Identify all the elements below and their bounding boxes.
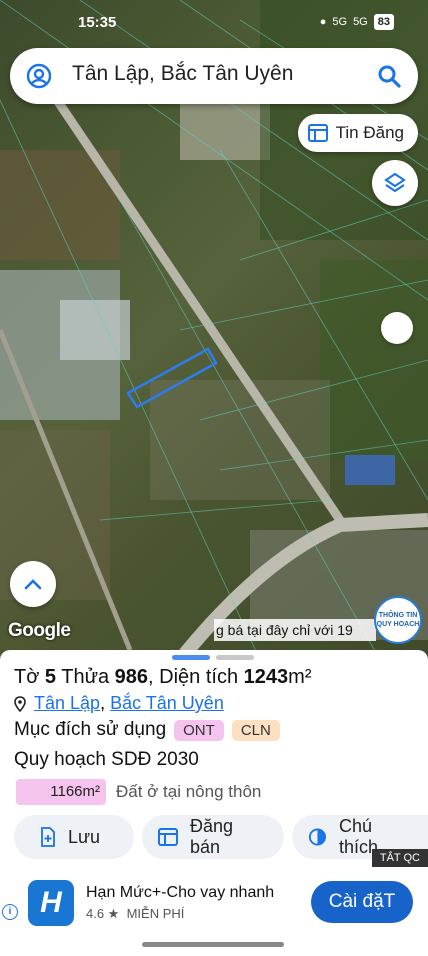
listing-icon xyxy=(307,124,328,142)
ad-ticker[interactable]: g bá tại đây chỉ với 19 xyxy=(214,619,376,641)
location-pin-icon xyxy=(14,695,26,712)
search-query[interactable]: Tân Lập, Bắc Tân Uyên xyxy=(72,62,293,86)
status-time: 15:35 xyxy=(78,14,117,31)
planning-info-badge[interactable]: THÔNG TIN QUY HOẠCH xyxy=(374,596,422,644)
ad-price: MIỄN PHÍ xyxy=(126,906,185,921)
signal-icon: 5G xyxy=(353,16,368,28)
ad-app-name: Hạn Mức+-Cho vay nhanh xyxy=(86,884,275,901)
parcel-location: Tân Lập, Bắc Tân Uyên xyxy=(14,693,224,714)
tin-dang-label: Tin Đăng xyxy=(335,123,404,142)
google-logo: Google xyxy=(8,620,71,641)
sheet-handle[interactable] xyxy=(172,655,254,660)
land-use-purpose: Mục đích sử dụng ONT CLN xyxy=(14,719,280,741)
install-button[interactable]: Cài đặT xyxy=(311,881,413,923)
gesture-nav-bar[interactable] xyxy=(142,942,284,947)
parcel-title: Tờ 5 Thửa 986, Diện tích 1243m² xyxy=(14,666,312,688)
search-bar[interactable]: Tân Lập, Bắc Tân Uyên xyxy=(10,48,418,104)
save-icon xyxy=(41,827,55,847)
listing-icon xyxy=(158,828,178,846)
close-ad-button[interactable]: TẮT QC xyxy=(371,849,428,867)
chevron-up-icon xyxy=(24,579,42,590)
contrast-icon xyxy=(308,828,327,846)
tin-dang-button[interactable]: Tin Đăng xyxy=(297,114,418,152)
ad-rating: 4.6 ★ xyxy=(86,906,120,921)
purpose-label: Mục đích sử dụng xyxy=(14,719,167,740)
district-link[interactable]: Bắc Tân Uyên xyxy=(110,693,224,713)
search-icon[interactable] xyxy=(376,63,402,89)
post-sale-button[interactable]: Đăng bán xyxy=(142,815,284,859)
land-use-tag-cln[interactable]: CLN xyxy=(231,719,280,741)
handle-active xyxy=(172,655,210,660)
signal-icon: 5G xyxy=(332,16,348,28)
land-use-tag-ont[interactable]: ONT xyxy=(174,719,224,741)
app-logo: H xyxy=(28,880,74,926)
plan-row: 1166m² Đất ở tại nông thôn xyxy=(16,779,261,805)
layers-button[interactable] xyxy=(372,160,418,206)
commune-link[interactable]: Tân Lập xyxy=(34,693,100,713)
status-icons: ● 5G 5G 83 xyxy=(320,14,394,30)
plan-area-pill: 1166m² xyxy=(16,779,106,805)
battery-icon: 83 xyxy=(373,14,394,30)
parcel-info-sheet: Tờ 5 Thửa 986, Diện tích 1243m² Tân Lập,… xyxy=(0,650,428,956)
map-view[interactable]: 15:35 ● 5G 5G 83 Tân Lập, Bắc Tân Uyên T… xyxy=(0,0,428,660)
location-dot-button[interactable] xyxy=(381,312,413,344)
location-status-icon: ● xyxy=(319,16,327,28)
ad-meta: 4.6 ★ MIỄN PHÍ xyxy=(86,906,184,922)
account-icon[interactable] xyxy=(26,63,52,89)
plan-heading: Quy hoạch SDĐ 2030 xyxy=(14,749,199,770)
expand-up-button[interactable] xyxy=(10,561,56,607)
layers-icon xyxy=(384,172,406,193)
post-sale-label: Đăng bán xyxy=(189,816,234,857)
save-button[interactable]: Lưu xyxy=(14,815,134,859)
plan-description: Đất ở tại nông thôn xyxy=(116,782,262,801)
status-bar: 15:35 ● 5G 5G 83 xyxy=(0,10,428,38)
handle-inactive xyxy=(216,655,254,660)
info-icon[interactable]: i xyxy=(2,904,18,920)
save-label: Lưu xyxy=(68,826,101,847)
